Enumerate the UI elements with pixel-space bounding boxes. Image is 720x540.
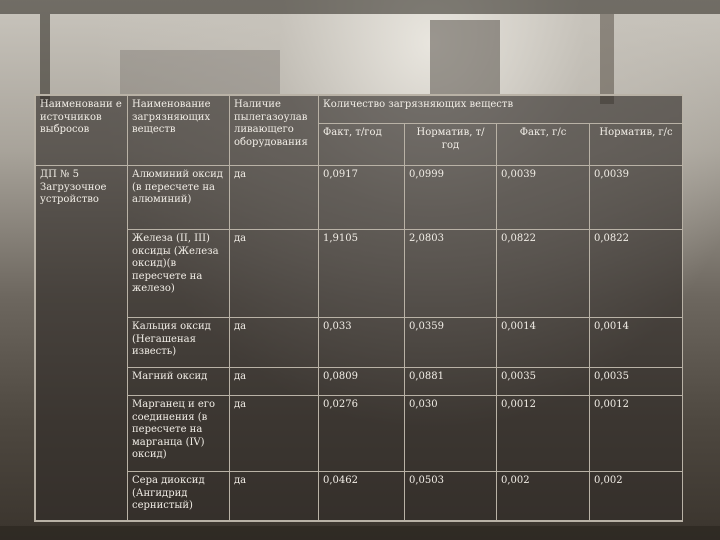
- pollutant-cell: Марганец и его соединения (в пересчете н…: [127, 395, 230, 472]
- fact-t-year-cell: 0,033: [318, 317, 405, 368]
- norm-t-year-cell: 0,0359: [404, 317, 497, 368]
- norm-g-s-cell: 0,0012: [588, 395, 684, 472]
- fact-g-s-cell: 0,0014: [496, 317, 590, 368]
- header-fact-t-year: Факт, т/год: [318, 123, 405, 166]
- gas-cleaning-cell: да: [229, 471, 319, 521]
- pollutant-cell: Кальция оксид (Негашеная известь): [127, 317, 230, 368]
- gas-cleaning-cell: да: [229, 165, 319, 230]
- fact-t-year-cell: 1,9105: [318, 229, 405, 318]
- header-gas-cleaning: Наличие пылегазоулав ливающего оборудова…: [229, 95, 319, 166]
- emissions-table-container: Наименовани е источников выбросов Наимен…: [34, 94, 684, 522]
- header-quantity-group: Количество загрязняющих веществ: [317, 95, 684, 124]
- norm-g-s-cell: 0,0035: [588, 367, 684, 396]
- table-row: ДП № 5 Загрузочное устройство Алюминий о…: [35, 165, 684, 521]
- fact-g-s-cell: 0,0822: [496, 229, 590, 318]
- background-floor: [0, 526, 720, 540]
- fact-t-year-cell: 0,0917: [318, 165, 405, 230]
- norm-g-s-cell: 0,0014: [588, 317, 684, 368]
- header-fact-g-s: Факт, г/с: [496, 123, 590, 166]
- gas-cleaning-cell: да: [229, 229, 319, 318]
- norm-g-s-cell: 0,002: [588, 471, 684, 521]
- norm-t-year-cell: 2,0803: [404, 229, 497, 318]
- background-beam: [0, 0, 720, 14]
- gas-cleaning-cell: да: [229, 317, 319, 368]
- header-source-name: Наименовани е источников выбросов: [35, 95, 128, 166]
- source-cell: ДП № 5 Загрузочное устройство: [35, 165, 128, 521]
- emissions-table: Наименовани е источников выбросов Наимен…: [35, 95, 684, 521]
- header-row-top: Наименовани е источников выбросов Наимен…: [35, 95, 684, 166]
- table-row: Магний оксид да 0,0809 0,0881 0,0035 0,0…: [36, 367, 684, 396]
- header-norm-t-year: Норматив, т/год: [404, 123, 497, 166]
- fact-g-s-cell: 0,0035: [496, 367, 590, 396]
- table-row: Сера диоксид (Ангидрид сернистый) да 0,0…: [36, 471, 684, 521]
- norm-g-s-cell: 0,0039: [588, 165, 684, 230]
- background-column: [40, 14, 50, 104]
- header-norm-g-s: Норматив, г/с: [588, 123, 684, 166]
- table-row: Марганец и его соединения (в пересчете н…: [36, 395, 684, 472]
- fact-t-year-cell: 0,0276: [318, 395, 405, 472]
- header-pollutant-name: Наименование загрязняющих веществ: [127, 95, 230, 166]
- background-column: [600, 14, 614, 104]
- gas-cleaning-cell: да: [229, 395, 319, 472]
- norm-t-year-cell: 0,0503: [404, 471, 497, 521]
- pollutant-cell: Сера диоксид (Ангидрид сернистый): [127, 471, 230, 521]
- table-row: Железа (II, III) оксиды (Железа оксид)(в…: [36, 229, 684, 318]
- table-row: Кальция оксид (Негашеная известь) да 0,0…: [36, 317, 684, 368]
- fact-g-s-cell: 0,0039: [496, 165, 590, 230]
- norm-t-year-cell: 0,0881: [404, 367, 497, 396]
- background-structure: [430, 20, 500, 96]
- background-structure: [120, 50, 280, 96]
- gas-cleaning-cell: да: [229, 367, 319, 396]
- norm-g-s-cell: 0,0822: [588, 229, 684, 318]
- fact-t-year-cell: 0,0462: [318, 471, 405, 521]
- pollutant-cell: Железа (II, III) оксиды (Железа оксид)(в…: [127, 229, 230, 318]
- pollutant-cell: Алюминий оксид (в пересчете на алюминий): [127, 165, 230, 230]
- fact-g-s-cell: 0,002: [496, 471, 590, 521]
- norm-t-year-cell: 0,0999: [404, 165, 497, 230]
- fact-g-s-cell: 0,0012: [496, 395, 590, 472]
- fact-t-year-cell: 0,0809: [318, 367, 405, 396]
- pollutant-cell: Магний оксид: [127, 367, 230, 396]
- norm-t-year-cell: 0,030: [404, 395, 497, 472]
